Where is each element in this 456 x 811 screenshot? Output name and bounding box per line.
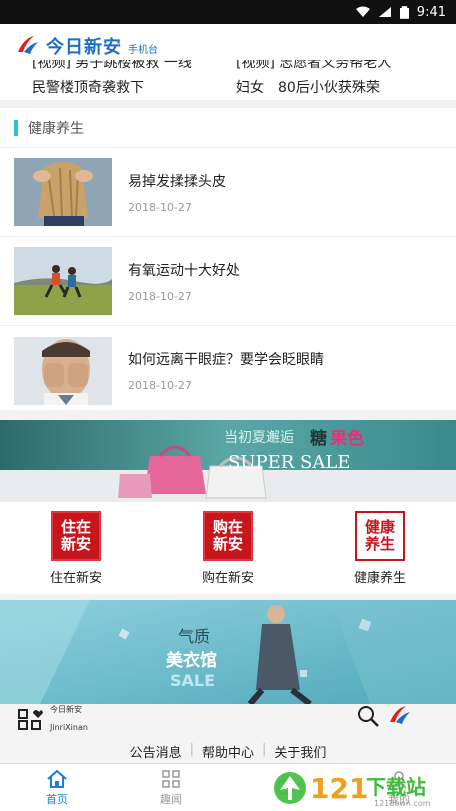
article-thumbnail-exercise[interactable] (14, 247, 112, 315)
quick-link-health[interactable]: 健康养生 健康养生 (304, 502, 456, 594)
footer-link-announcements[interactable]: 公告消息 (130, 742, 182, 761)
tab-home[interactable]: 首页 (0, 764, 114, 811)
article-date: 2018-10-27 (128, 379, 192, 392)
footer-info: 今日新安 JinriXinan 公告消息 | 帮助中心 | 关于我们 (0, 704, 456, 762)
banner-sale: SUPER SALE (228, 452, 350, 473)
status-time: 9:41 (416, 4, 446, 20)
watermark-text: 下载站 (366, 775, 426, 799)
battery-icon (399, 5, 409, 19)
footer-divider: | (262, 742, 267, 757)
promo-banner-fashion[interactable]: 气质 美衣馆 SALE (0, 600, 456, 704)
health-section: 健康养生 易掉发揉揉头皮 2018-10-27 有氧运动十大好处 2018-10… (0, 108, 456, 410)
quick-link-shop[interactable]: 购在新安 购在新安 (152, 502, 304, 594)
banner-headline: 当初夏邂逅 (224, 429, 294, 446)
news-item[interactable]: [视频] 志愿者义务帮老人 (228, 60, 456, 72)
banner-highlight-2: 果色 (330, 428, 364, 449)
footer-brand: 今日新安 JinriXinan (18, 704, 88, 734)
grid-heart-icon[interactable] (18, 708, 44, 730)
tab-news[interactable]: 趣闻 (114, 764, 228, 811)
news-item[interactable]: 民警楼顶奇袭救下 (0, 77, 228, 97)
tab-label: 趣闻 (160, 792, 182, 806)
seal-shop-icon[interactable]: 购在新安 (203, 510, 253, 561)
banner-highlight-1: 糖 (310, 428, 327, 449)
app-subtitle: 手机台 (128, 45, 158, 56)
article-thumbnail-eyes[interactable] (14, 336, 112, 405)
news-ticker: [视频] 男子跳楼被救 一线 [视频] 志愿者义务帮老人 民警楼顶奇袭救下 妇女… (0, 60, 456, 100)
article-date: 2018-10-27 (128, 200, 192, 214)
footer-links: 公告消息 | 帮助中心 | 关于我们 (0, 742, 456, 761)
section-header: 健康养生 (0, 108, 456, 148)
section-accent-bar (14, 119, 18, 136)
quick-link-live[interactable]: 住在新安 住在新安 (0, 502, 152, 594)
search-icon[interactable] (356, 704, 380, 728)
cellular-icon (378, 7, 391, 17)
quick-links: 住在新安 住在新安 购在新安 购在新安 健康养生 健康养生 (0, 502, 456, 594)
news-item[interactable]: [视频] 男子跳楼被救 一线 (0, 60, 228, 72)
footer-brand-name: 今日新安 (50, 705, 82, 714)
seal-live-icon[interactable]: 住在新安 (51, 510, 101, 561)
seal-health-icon[interactable]: 健康养生 (355, 510, 405, 561)
footer-link-help[interactable]: 帮助中心 (202, 742, 254, 761)
banner-line2: 美衣馆 (166, 650, 217, 671)
quick-link-label[interactable]: 购在新安 (202, 567, 254, 586)
quick-link-label[interactable]: 住在新安 (50, 567, 102, 586)
quick-link-label[interactable]: 健康养生 (354, 567, 406, 586)
app-title: 今日新安 (46, 36, 122, 58)
news-item[interactable]: 妇女 80后小伙获殊荣 (228, 77, 456, 97)
article-thumbnail-hair[interactable] (14, 158, 112, 226)
status-bar: 9:41 (0, 0, 456, 24)
article-date: 2018-10-27 (128, 289, 192, 303)
xatv-logo-icon (18, 35, 38, 54)
news-row[interactable]: 民警楼顶奇袭救下 妇女 80后小伙获殊荣 (0, 77, 456, 97)
promo-banner-bags[interactable]: 当初夏邂逅 糖 果色 SUPER SALE (0, 420, 456, 502)
banner-fashion-image: 气质 美衣馆 SALE (0, 600, 456, 704)
article-item[interactable]: 有氧运动十大好处 2018-10-27 (0, 237, 456, 326)
footer-divider: | (189, 742, 194, 757)
watermark-number: 121 (310, 772, 368, 805)
footer-link-about[interactable]: 关于我们 (274, 742, 326, 761)
article-item[interactable]: 易掉发揉揉头皮 2018-10-27 (0, 148, 456, 237)
grid-icon (162, 769, 180, 788)
news-row[interactable]: [视频] 男子跳楼被救 一线 [视频] 志愿者义务帮老人 (0, 60, 456, 72)
article-title[interactable]: 易掉发揉揉头皮 (128, 171, 226, 191)
banner-fashion-sale: SALE (170, 671, 215, 690)
banner-line1: 气质 (178, 627, 210, 646)
watermark-url: 121down.com (374, 799, 431, 808)
wifi-icon (355, 6, 370, 17)
xatv-logo-icon (390, 706, 410, 724)
section-title: 健康养生 (28, 120, 84, 137)
article-title[interactable]: 如何远离干眼症？要学会眨眼睛 (128, 349, 324, 369)
article-item[interactable]: 如何远离干眼症？要学会眨眼睛 2018-10-27 (0, 326, 456, 415)
site-watermark: 121 下载站 121down.com (270, 766, 450, 808)
footer-brand-pinyin: JinriXinan (50, 723, 88, 732)
banner-bags-image: 当初夏邂逅 糖 果色 SUPER SALE (0, 420, 456, 502)
home-icon (47, 769, 67, 788)
article-title[interactable]: 有氧运动十大好处 (128, 260, 240, 280)
tab-label: 首页 (46, 792, 68, 806)
watermark-logo: 121 下载站 121down.com (274, 772, 431, 808)
